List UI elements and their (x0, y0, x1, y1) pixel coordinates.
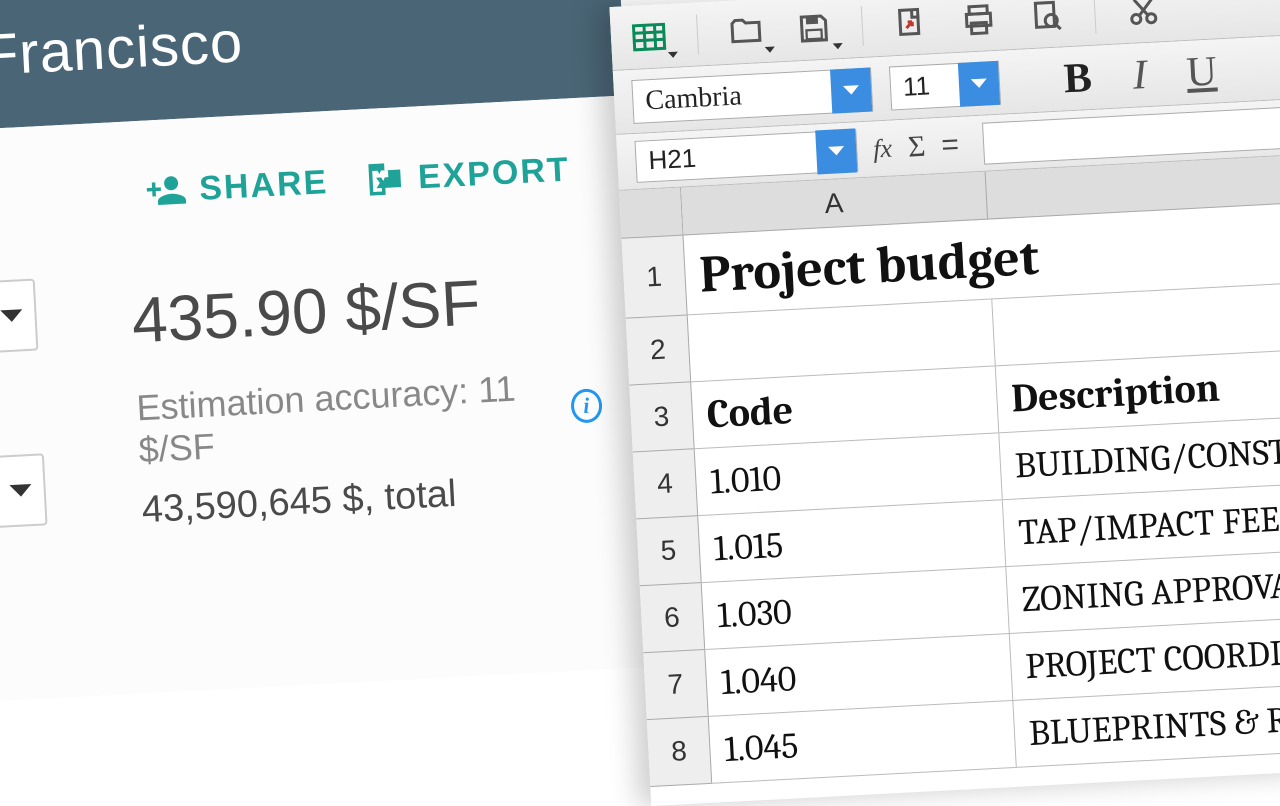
dropdown-field-1[interactable] (0, 279, 38, 355)
accuracy-label: Estimation accuracy: 11 $/SF (135, 365, 562, 471)
print-icon[interactable] (958, 0, 1000, 40)
add-user-icon (144, 168, 188, 212)
export-doc-icon[interactable] (890, 2, 932, 44)
price-per-sf: 435.90 $/SF (130, 259, 598, 357)
row-number[interactable]: 2 (626, 315, 690, 385)
export-button[interactable]: EXPORT (363, 148, 571, 201)
chevron-down-icon (830, 67, 872, 113)
formula-input[interactable] (982, 105, 1280, 165)
print-preview-icon[interactable] (1025, 0, 1067, 37)
chevron-down-icon (0, 309, 23, 322)
excel-icon (363, 157, 407, 201)
grid-icon[interactable] (628, 16, 670, 58)
row-number[interactable]: 5 (636, 516, 700, 586)
function-wizard-icon[interactable]: fx (872, 133, 892, 164)
row-number[interactable]: 1 (622, 236, 687, 319)
spreadsheet-window: Cambria 11 B I U H21 fx Σ = 1 2 3 4 5 6 (609, 0, 1280, 806)
row-number[interactable]: 3 (629, 382, 693, 452)
estimation-panel: Francisco SHARE EXPORT 435.90 $/SF Estim… (0, 0, 656, 702)
share-button[interactable]: SHARE (144, 161, 329, 213)
project-location-title: Francisco (0, 8, 245, 89)
cut-icon[interactable] (1122, 0, 1164, 32)
row-number[interactable]: 7 (643, 650, 707, 720)
row-number[interactable]: 6 (640, 583, 704, 653)
info-icon[interactable]: i (570, 388, 603, 424)
dropdown-field-2[interactable] (0, 453, 48, 529)
row-number[interactable]: 4 (633, 449, 697, 519)
chevron-down-icon (815, 128, 857, 174)
italic-button[interactable]: I (1117, 50, 1163, 100)
chevron-down-icon (9, 484, 32, 497)
total-cost: 43,590,645 $, total (141, 465, 608, 532)
bold-button[interactable]: B (1055, 53, 1101, 103)
sum-icon[interactable]: Σ (907, 129, 926, 164)
chevron-down-icon (958, 60, 1000, 106)
spreadsheet-grid[interactable]: 1 2 3 4 5 6 7 8 A Project budget (619, 153, 1280, 787)
open-folder-icon[interactable] (725, 10, 767, 52)
underline-button[interactable]: U (1178, 47, 1224, 97)
row-number[interactable]: 8 (647, 717, 711, 787)
formula-equals-icon[interactable]: = (940, 128, 959, 163)
cell-reference-box[interactable]: H21 (634, 129, 858, 183)
font-size-select[interactable]: 11 (889, 60, 1001, 110)
save-icon[interactable] (793, 7, 835, 49)
font-family-select[interactable]: Cambria (631, 67, 873, 124)
